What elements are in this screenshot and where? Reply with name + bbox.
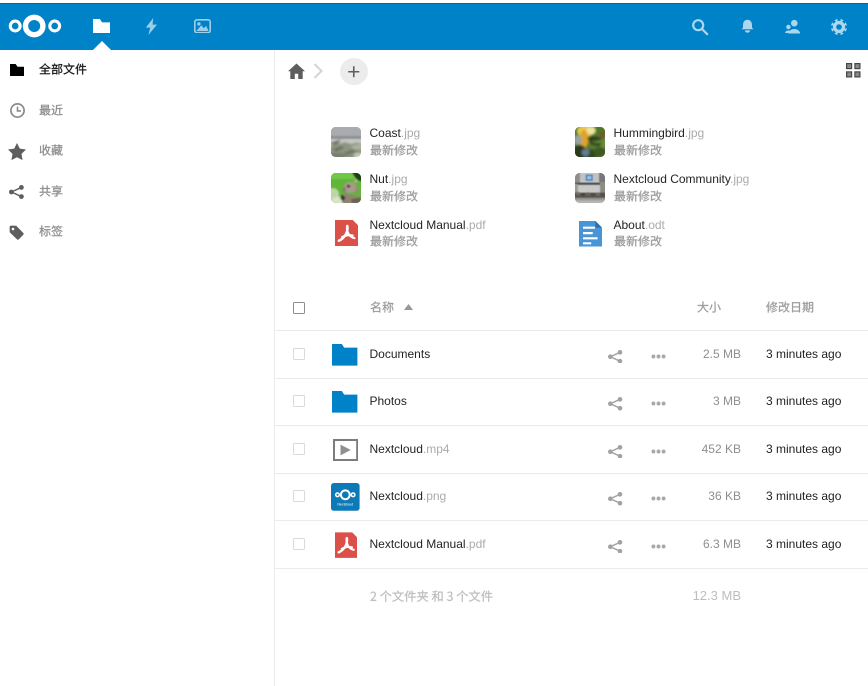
svg-text:Nextcloud: Nextcloud (338, 503, 354, 507)
